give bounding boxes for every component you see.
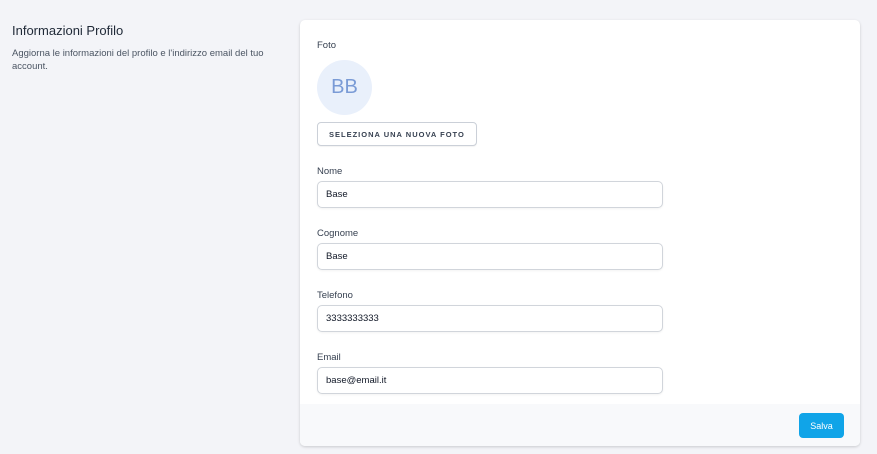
section-title: Informazioni Profilo	[12, 23, 124, 38]
form-footer: Salva	[300, 404, 860, 446]
phone-label: Telefono	[317, 290, 353, 301]
first-name-field: Nome	[317, 166, 843, 208]
phone-field: Telefono	[317, 290, 843, 332]
first-name-input[interactable]	[317, 181, 663, 208]
select-new-photo-button[interactable]: Seleziona una nuova foto	[317, 122, 477, 146]
save-button[interactable]: Salva	[799, 413, 844, 438]
email-input[interactable]	[317, 367, 663, 394]
photo-label: Foto	[317, 40, 337, 51]
email-field: Email	[317, 352, 843, 394]
avatar: BB	[317, 60, 372, 115]
phone-input[interactable]	[317, 305, 663, 332]
email-label: Email	[317, 352, 341, 363]
section-info: Informazioni Profilo Aggiorna le informa…	[12, 23, 292, 73]
profile-form-body: Foto BB Seleziona una nuova foto Nome Co…	[317, 40, 843, 394]
photo-section: Foto BB Seleziona una nuova foto	[317, 40, 843, 146]
profile-page: Informazioni Profilo Aggiorna le informa…	[0, 0, 877, 454]
section-description: Aggiorna le informazioni del profilo e l…	[12, 48, 264, 72]
last-name-label: Cognome	[317, 228, 359, 239]
last-name-field: Cognome	[317, 228, 843, 270]
profile-form-card: Foto BB Seleziona una nuova foto Nome Co…	[300, 20, 860, 446]
last-name-input[interactable]	[317, 243, 663, 270]
first-name-label: Nome	[317, 166, 343, 177]
